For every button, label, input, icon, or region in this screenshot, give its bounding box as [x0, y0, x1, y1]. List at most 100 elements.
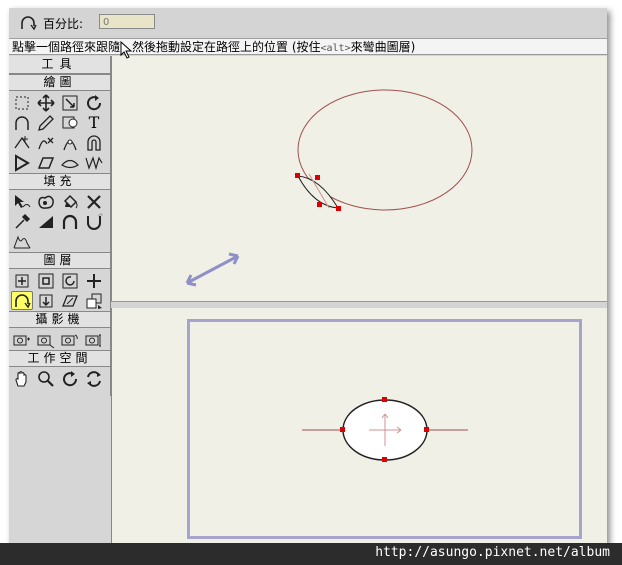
- layer-scale-tool[interactable]: [35, 271, 57, 290]
- zoom-tool[interactable]: [35, 369, 57, 388]
- path-follow-icon: [15, 293, 31, 308]
- tool-options-bar: 百分比: 0: [9, 8, 607, 39]
- layer-down-icon: [39, 294, 53, 307]
- add-point-tool[interactable]: [11, 133, 33, 152]
- marquee-icon: [15, 96, 29, 109]
- bezier-tool[interactable]: [11, 113, 33, 132]
- camera-view[interactable]: [111, 308, 607, 544]
- close-icon: [87, 194, 101, 209]
- camera-pan-tool[interactable]: [83, 330, 105, 349]
- rotate-icon: [87, 94, 102, 110]
- add-point-icon: [14, 135, 30, 148]
- smooth-tool[interactable]: [59, 153, 81, 172]
- section-workspace: 工作空間: [9, 350, 110, 367]
- workspace-rotate-tool[interactable]: [59, 369, 81, 388]
- gradient-tool[interactable]: [35, 212, 57, 231]
- hand-tool[interactable]: [11, 369, 33, 388]
- layer-stack-icon: [86, 293, 102, 309]
- scale-icon: [62, 95, 78, 110]
- toolbox-panel: 工具 繪圖 T 填充 圖層 攝影機 工作空間: [9, 56, 111, 396]
- delete-point-tool[interactable]: [35, 133, 57, 152]
- paint-tool[interactable]: [35, 192, 57, 211]
- camera-pan-icon: [85, 334, 101, 346]
- sculpt-tool[interactable]: [83, 153, 105, 172]
- control-point[interactable]: [315, 175, 320, 180]
- plus-icon: [87, 273, 101, 288]
- camera-move-tool[interactable]: [11, 330, 33, 349]
- layer-stack-tool[interactable]: [83, 291, 105, 310]
- control-point[interactable]: [336, 206, 341, 211]
- percent-input[interactable]: 0: [99, 14, 155, 29]
- layer-down-tool[interactable]: [35, 291, 57, 310]
- camera-roll-icon: [61, 334, 78, 345]
- reset-view-tool[interactable]: [83, 369, 105, 388]
- layer-move-icon: [15, 274, 29, 287]
- paint-blob-icon: [38, 195, 54, 209]
- triangle-icon: [15, 153, 30, 172]
- u-curve-icon: [87, 213, 103, 230]
- scale-tool[interactable]: [59, 93, 81, 112]
- skew-icon: [37, 156, 55, 169]
- camera-move-icon: [13, 335, 30, 345]
- layer-rotate-tool[interactable]: [59, 271, 81, 290]
- bone-tool[interactable]: [59, 212, 81, 231]
- section-fill: 填充: [9, 173, 110, 190]
- canvas-drawing: [185, 89, 473, 287]
- text-tool-glyph: T: [88, 113, 100, 132]
- skew-tool[interactable]: [35, 153, 57, 172]
- status-key-hint: <alt>: [320, 43, 351, 54]
- section-draw: 繪圖: [9, 74, 110, 91]
- camera-view-drawing: [302, 397, 468, 462]
- stroke-tool[interactable]: [11, 153, 33, 172]
- drawing-canvas[interactable]: [111, 56, 607, 301]
- fill-tools: [9, 190, 110, 252]
- magnifier-icon: [38, 370, 54, 387]
- layer-translate-tool[interactable]: [11, 271, 33, 290]
- pencil-icon: [38, 114, 54, 131]
- layer-add-tool[interactable]: [83, 271, 105, 290]
- curve-point-icon: [63, 139, 77, 150]
- control-point[interactable]: [340, 427, 345, 432]
- curvature-tool[interactable]: [11, 232, 33, 251]
- rotate-view-icon: [63, 370, 78, 386]
- layer-skew-tool[interactable]: [59, 291, 81, 310]
- watermark-bar: http://asungo.pixnet.net/album: [0, 543, 622, 565]
- eyedropper-icon: [15, 213, 31, 229]
- control-point[interactable]: [317, 202, 322, 207]
- unpaint-tool[interactable]: [83, 192, 105, 211]
- layer-skew-icon: [62, 294, 78, 307]
- camera-zoom-tool[interactable]: [35, 330, 57, 349]
- bezier-curve-icon: [15, 115, 29, 130]
- camera-roll-tool[interactable]: [59, 330, 81, 349]
- control-point[interactable]: [382, 457, 387, 462]
- watermark-url: http://asungo.pixnet.net/album: [375, 545, 610, 560]
- smooth-icon: [61, 159, 79, 168]
- control-point[interactable]: [295, 173, 300, 178]
- shape-tool[interactable]: [59, 113, 81, 132]
- layer-tools: [9, 269, 110, 311]
- layer-rotate-icon: [62, 273, 78, 288]
- pen-tool[interactable]: [35, 113, 57, 132]
- eyedropper-tool[interactable]: [11, 212, 33, 231]
- select-tool[interactable]: [11, 93, 33, 112]
- percent-label: 百分比:: [43, 17, 84, 31]
- control-point[interactable]: [382, 397, 387, 402]
- move-tool[interactable]: [35, 93, 57, 112]
- offset-tool[interactable]: [83, 212, 105, 231]
- refresh-icon: [87, 370, 101, 387]
- workspace-tools: [9, 367, 110, 389]
- status-bar: 點擊一個路徑來跟隨，然後拖動設定在路徑上的位置 (按住<alt>來彎曲圖層): [9, 39, 607, 55]
- curve-tool[interactable]: [59, 133, 81, 152]
- status-text-tail: 來彎曲圖層): [350, 40, 416, 54]
- camera-direction-arrow: [185, 252, 240, 287]
- path-follow-tool[interactable]: [11, 291, 33, 310]
- text-tool[interactable]: T: [83, 113, 105, 132]
- paint-bucket-icon: [63, 194, 78, 208]
- hand-icon: [15, 370, 27, 387]
- magnet-tool[interactable]: [83, 133, 105, 152]
- rotate-tool[interactable]: [83, 93, 105, 112]
- contour-select-tool[interactable]: [11, 192, 33, 211]
- mouse-cursor-icon: [120, 41, 132, 59]
- control-point[interactable]: [424, 427, 429, 432]
- bucket-tool[interactable]: [59, 192, 81, 211]
